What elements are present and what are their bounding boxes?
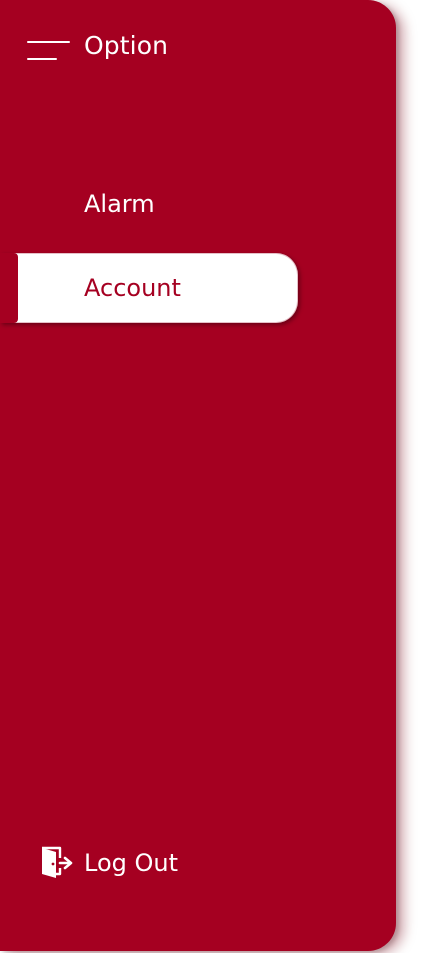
- logout-label: Log Out: [84, 849, 179, 877]
- drawer-title: Option: [84, 31, 169, 60]
- nav-item-account[interactable]: Account: [0, 253, 298, 323]
- navigation-drawer: Option Alarm Account Log Out: [0, 0, 396, 951]
- logout-button[interactable]: Log Out: [38, 838, 238, 888]
- nav-item-label: Alarm: [84, 190, 155, 218]
- nav-item-label: Account: [84, 274, 181, 302]
- hamburger-menu-icon: [27, 41, 70, 60]
- menu-button[interactable]: [24, 32, 72, 64]
- active-item-marker: [0, 253, 18, 323]
- drawer-header: Option: [0, 0, 396, 92]
- logout-icon: [42, 846, 73, 878]
- nav-item-alarm[interactable]: Alarm: [0, 169, 298, 239]
